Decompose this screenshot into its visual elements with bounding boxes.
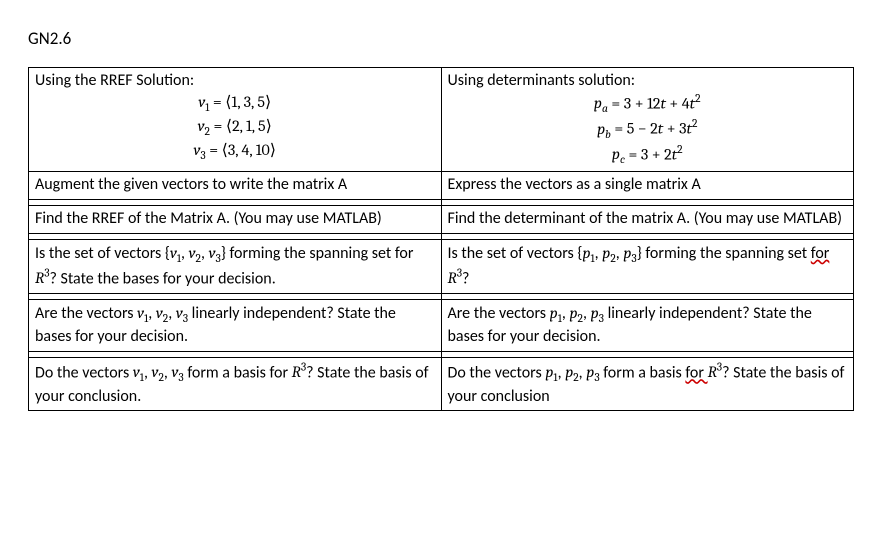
squiggly-for: for [811, 244, 830, 263]
table-row: Do the vectors v1, v2, v3 form a basis f… [29, 358, 854, 411]
left-basis-cell: Do the vectors v1, v2, v3 form a basis f… [29, 358, 442, 411]
table-row: Is the set of vectors {v1, v2, v3} formi… [29, 239, 854, 293]
doc-title: GN2.6 [28, 28, 855, 49]
right-header-cell: Using determinants solution: pa = 3 + 12… [441, 68, 854, 172]
left-linind-cell: Are the vectors v1, v2, v3 linearly inde… [29, 300, 442, 352]
right-eq1: pa = 3 + 12t + 4t2 [448, 92, 848, 117]
right-det-cell: Find the determinant of the matrix A. (Y… [441, 206, 854, 234]
right-eq2: pb = 5 − 2t + 3t2 [448, 117, 848, 142]
table-row: Are the vectors v1, v2, v3 linearly inde… [29, 300, 854, 352]
left-rref-cell: Find the RREF of the Matrix A. (You may … [29, 206, 442, 234]
table-row: Find the RREF of the Matrix A. (You may … [29, 206, 854, 234]
right-header-lead: Using determinants solution: [448, 71, 848, 92]
left-augment-cell: Augment the given vectors to write the m… [29, 172, 442, 200]
left-spanning-cell: Is the set of vectors {v1, v2, v3} formi… [29, 239, 442, 293]
right-basis-cell: Do the vectors p1, p2, p3 form a basis f… [441, 358, 854, 411]
table-row: Using the RREF Solution: v1 = ⟨1, 3, 5⟩ … [29, 68, 854, 172]
left-eq3: v3 = ⟨3, 4, 10⟩ [35, 140, 435, 164]
table-row: Augment the given vectors to write the m… [29, 172, 854, 200]
left-eq1: v1 = ⟨1, 3, 5⟩ [35, 92, 435, 116]
squiggly-for: for [685, 363, 707, 382]
left-header-cell: Using the RREF Solution: v1 = ⟨1, 3, 5⟩ … [29, 68, 442, 172]
left-eq2: v2 = ⟨2, 1, 5⟩ [35, 116, 435, 140]
right-eq3: pc = 3 + 2t2 [448, 143, 848, 168]
right-express-cell: Express the vectors as a single matrix A [441, 172, 854, 200]
right-spanning-cell: Is the set of vectors {p1, p2, p3} formi… [441, 239, 854, 293]
problem-table: Using the RREF Solution: v1 = ⟨1, 3, 5⟩ … [28, 67, 854, 411]
right-linind-cell: Are the vectors p1, p2, p3 linearly inde… [441, 300, 854, 352]
left-header-lead: Using the RREF Solution: [35, 71, 435, 92]
